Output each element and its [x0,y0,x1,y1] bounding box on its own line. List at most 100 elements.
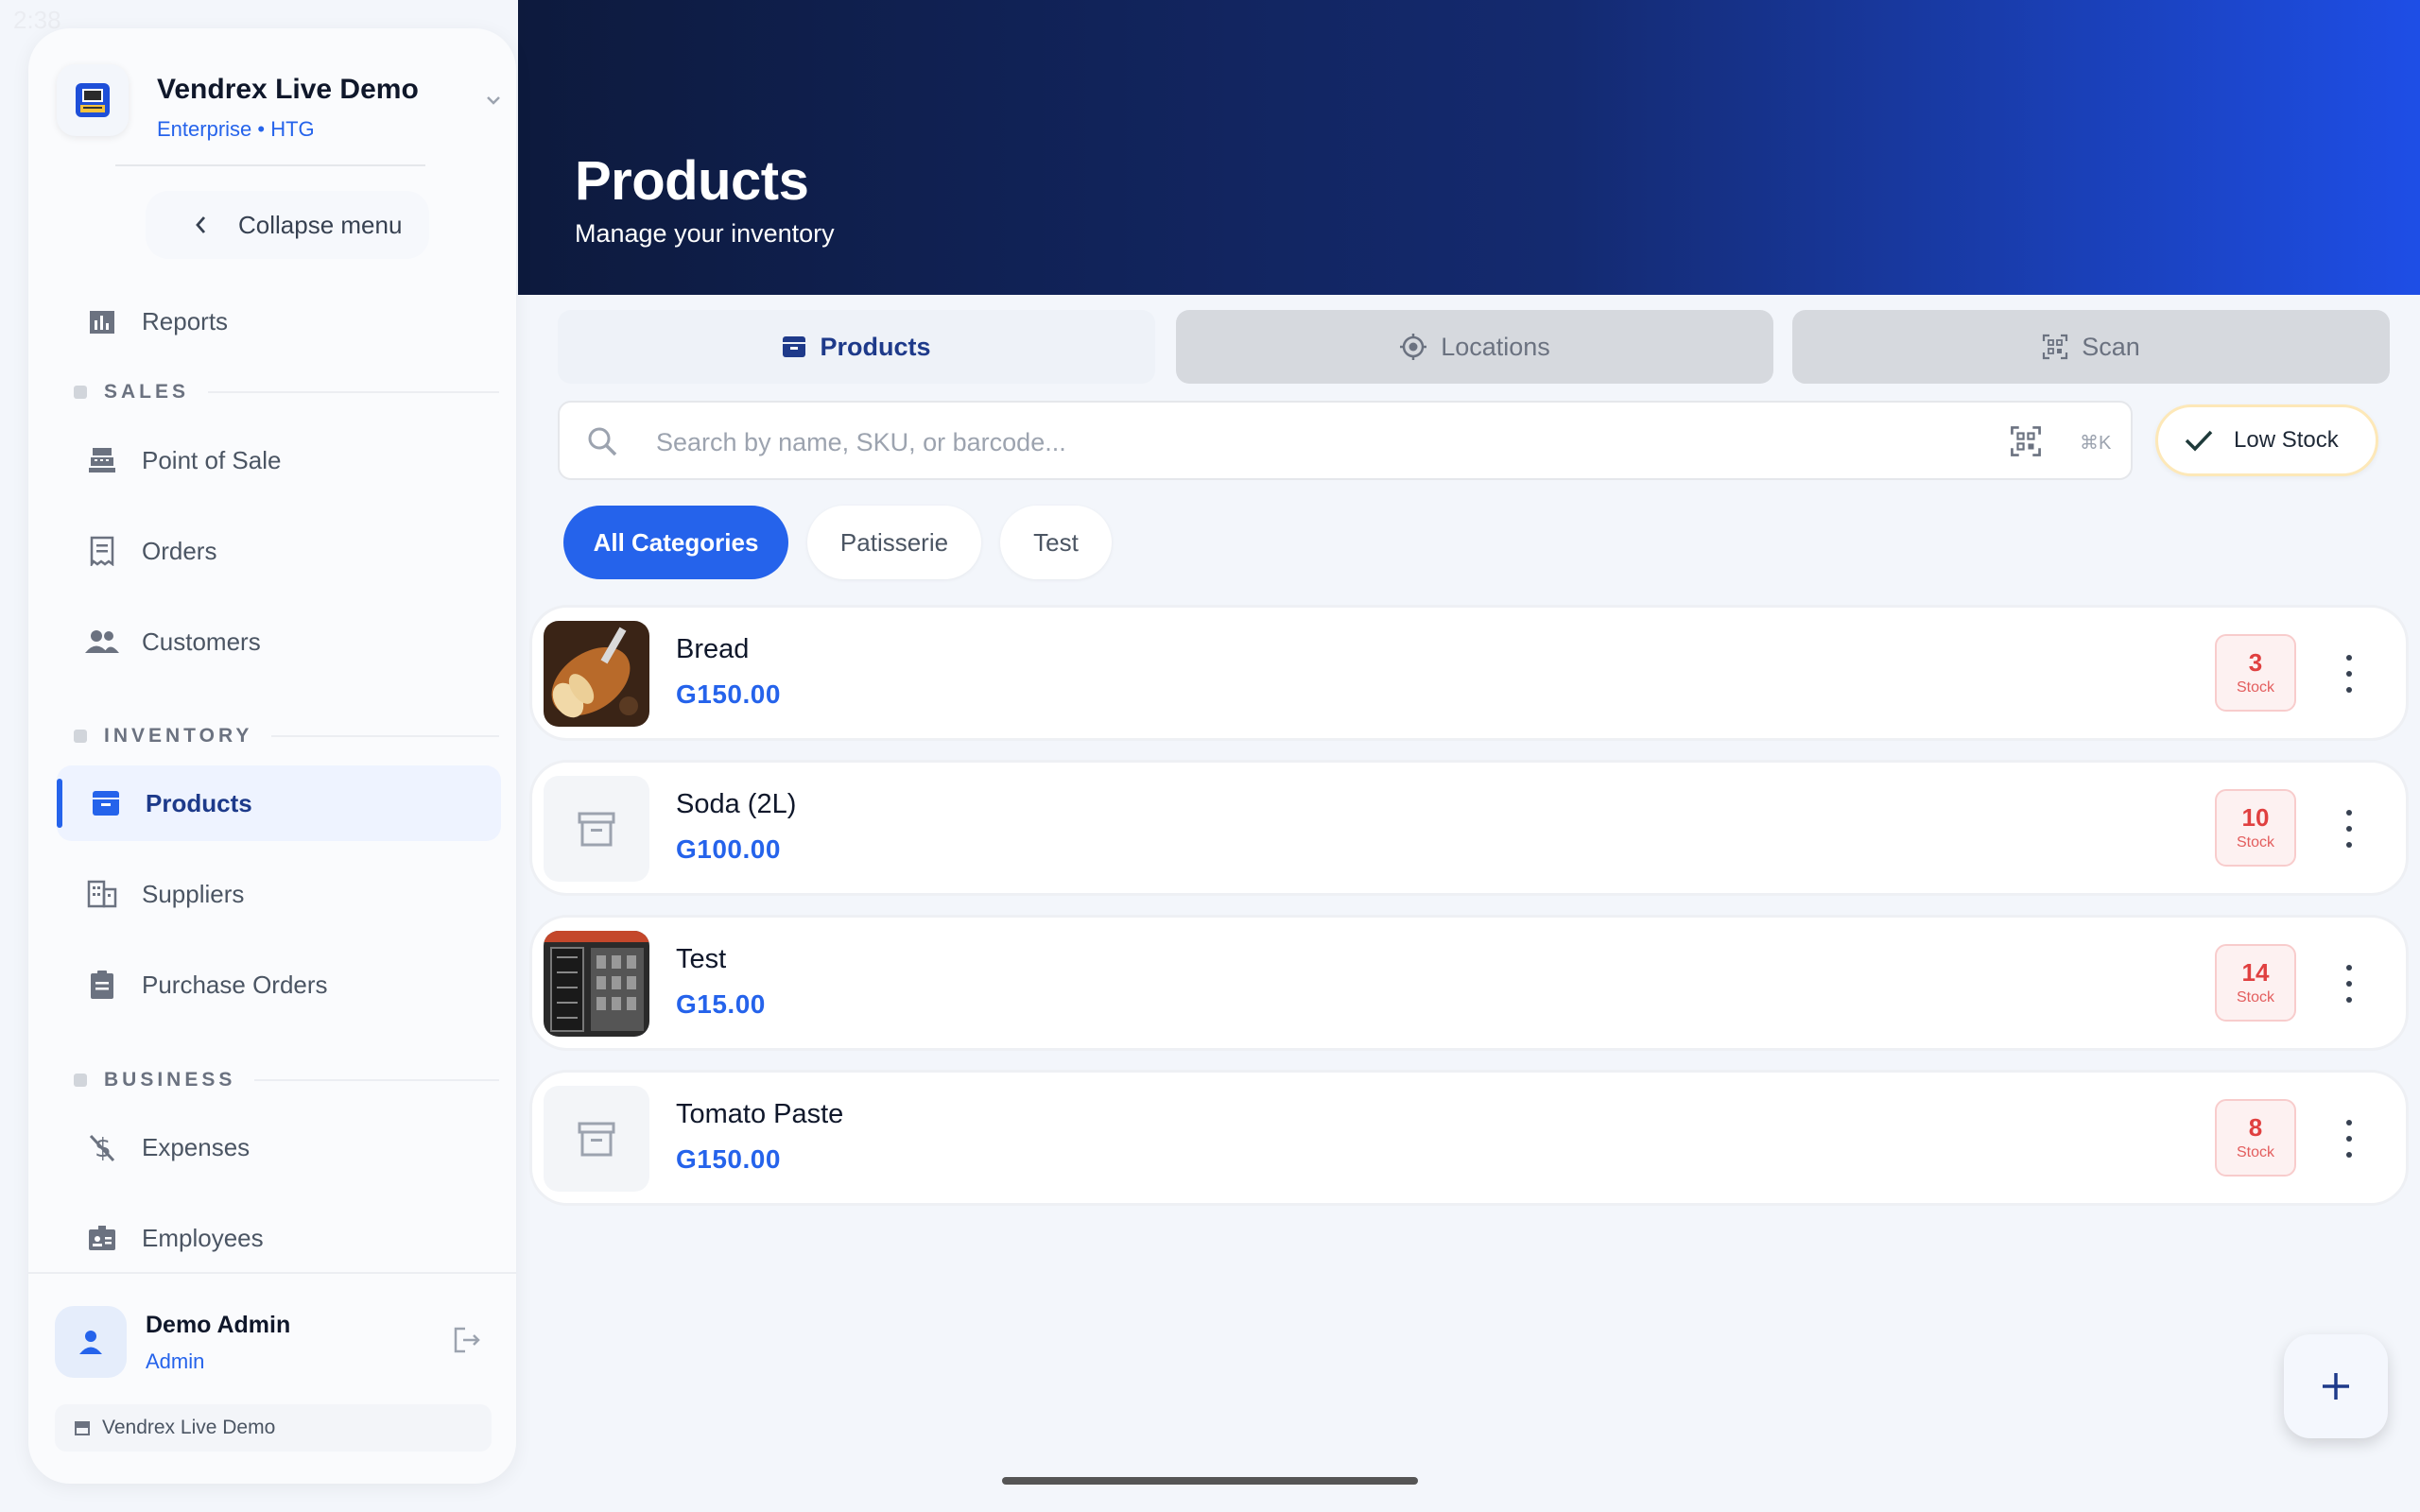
tab-label: Products [820,332,931,361]
org-switcher[interactable]: Vendrex Live Demo Enterprise • HTG [57,64,501,159]
search-input[interactable] [654,418,1887,467]
bread-photo [544,621,649,727]
store-icon [75,1421,90,1435]
tab-label: Locations [1441,332,1550,361]
product-price: G15.00 [676,989,766,1019]
chevron-down-icon [487,96,500,105]
tab-bar: Products Locations Scan [558,310,2390,384]
category-chip-test[interactable]: Test [1000,506,1112,579]
product-price: G150.00 [676,1144,781,1174]
sidebar-item-label: Reports [142,306,229,335]
product-row[interactable]: Test G15.00 14 Stock [529,915,2409,1051]
section-sales: SALES [74,378,499,406]
people-icon [81,629,123,654]
sidebar-item-label: Purchase Orders [142,970,328,999]
section-inventory: INVENTORY [74,722,499,750]
sidebar-item-employees[interactable]: Employees [53,1200,497,1276]
product-row[interactable]: Bread G150.00 3 Stock [529,605,2409,741]
tab-products[interactable]: Products [558,310,1155,384]
org-logo [57,64,129,136]
chip-label: Test [1033,527,1079,557]
sidebar-item-label: Suppliers [142,879,245,908]
low-stock-label: Low Stock [2234,427,2339,453]
archive-icon [85,788,127,818]
building-icon [81,880,123,908]
sidebar-item-expenses[interactable]: $ Expenses [53,1109,497,1185]
keyboard-shortcut: ⌘K [2080,433,2112,454]
divider [115,164,425,166]
sidebar-item-suppliers[interactable]: Suppliers [53,856,497,932]
store-name: Vendrex Live Demo [102,1417,276,1438]
more-vert-icon[interactable] [2343,655,2355,693]
placeholder-archive-icon [578,812,615,847]
stock-count: 14 [2241,958,2270,987]
avatar [55,1306,127,1378]
user-card[interactable]: Demo Admin Admin [55,1306,499,1382]
sidebar-item-pos[interactable]: Point of Sale [53,422,497,498]
stock-count: 10 [2241,803,2270,832]
placeholder-archive-icon [578,1122,615,1157]
product-row[interactable]: Tomato Paste G150.00 8 Stock [529,1070,2409,1206]
product-row[interactable]: Soda (2L) G100.00 10 Stock [529,760,2409,896]
stock-label: Stock [2236,1144,2274,1160]
org-name: Vendrex Live Demo [157,74,419,105]
sidebar-item-customers[interactable]: Customers [53,604,497,679]
product-name: Tomato Paste [676,1099,844,1129]
add-product-button[interactable] [2284,1334,2388,1438]
search-icon [588,427,617,456]
person-icon [79,1331,102,1354]
qr-scan-icon[interactable] [2010,425,2042,457]
home-gesture-bar [1002,1477,1418,1485]
section-label: INVENTORY [104,725,253,747]
product-image [544,1086,649,1192]
sidebar-item-label: Orders [142,536,217,565]
stock-label: Stock [2236,989,2274,1005]
stock-badge: 10 Stock [2215,789,2296,867]
category-chip-all[interactable]: All Categories [563,506,788,579]
sidebar-item-purchase-orders[interactable]: Purchase Orders [53,947,497,1022]
more-vert-icon[interactable] [2343,810,2355,848]
category-chip-patisserie[interactable]: Patisserie [807,506,981,579]
stock-label: Stock [2236,834,2274,850]
search-bar: ⌘K [558,401,2133,480]
sidebar-item-products[interactable]: Products [57,765,501,841]
divider [28,1272,516,1274]
pos-terminal-icon [76,83,110,117]
stock-count: 3 [2248,648,2263,677]
store-tag: Vendrex Live Demo [55,1404,492,1452]
product-price: G100.00 [676,834,781,864]
product-price: G150.00 [676,679,781,709]
product-name: Bread [676,634,750,664]
check-icon [2185,430,2213,452]
tab-locations[interactable]: Locations [1176,310,1773,384]
product-name: Soda (2L) [676,789,797,819]
sidebar-item-reports[interactable]: Reports [53,284,497,359]
user-role: Admin [146,1349,205,1373]
location-target-icon [1400,334,1427,360]
cash-register-icon [81,445,123,475]
section-business: BUSINESS [74,1066,499,1094]
collapse-menu-button[interactable]: Collapse menu [146,191,429,259]
stock-badge: 8 Stock [2215,1099,2296,1177]
product-photo [544,931,649,1037]
product-image [544,776,649,882]
stock-badge: 14 Stock [2215,944,2296,1022]
more-vert-icon[interactable] [2343,1120,2355,1158]
id-badge-icon [81,1224,123,1252]
page-title: Products [575,150,809,212]
product-name: Test [676,944,727,974]
low-stock-filter[interactable]: Low Stock [2155,404,2378,476]
tab-scan[interactable]: Scan [1792,310,2390,384]
stock-count: 8 [2248,1113,2263,1142]
sidebar-item-label: Employees [142,1223,264,1252]
section-label: SALES [104,381,190,403]
chip-label: All Categories [593,527,759,557]
sidebar-item-label: Products [146,788,252,817]
receipt-icon [81,536,123,566]
sidebar-item-orders[interactable]: Orders [53,513,497,589]
section-label: BUSINESS [104,1069,236,1091]
logout-icon[interactable] [452,1325,482,1355]
clipboard-icon [81,970,123,1000]
chip-label: Patisserie [839,527,949,557]
more-vert-icon[interactable] [2343,965,2355,1003]
